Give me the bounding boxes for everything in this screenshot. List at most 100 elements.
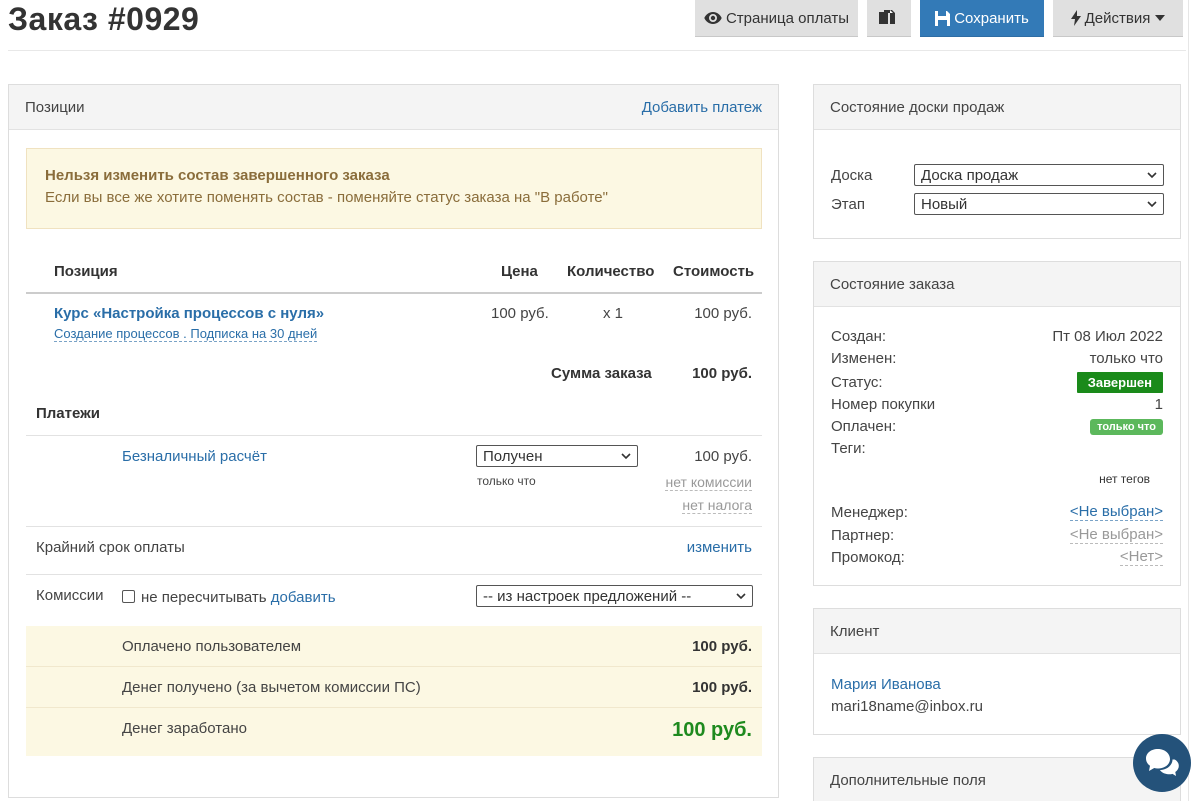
created-row: Создан: Пт 08 Июл 2022 [831,328,1163,345]
sales-board-title: Состояние доски продаж [830,98,1005,116]
table-header-divider [26,292,762,294]
page-title: Заказ #0929 [8,1,200,37]
no-recalc-row: не пересчитывать добавить [122,589,336,606]
manager-link[interactable]: <Не выбран> [1069,503,1163,521]
purchase-row: Номер покупки 1 [831,396,1163,413]
paid-row: Оплачен: только что [831,418,1163,435]
tags-label: Теги: [831,440,866,457]
extra-fields-panel: Дополнительные поля [813,757,1181,801]
tags-row: Теги: [831,440,1163,457]
summary-value: 100 руб. [692,679,752,696]
board-value: Доска продаж [921,166,1019,184]
chevron-down-icon [736,593,746,600]
stage-value: Новый [921,195,968,213]
client-email: mari18name@inbox.ru [831,698,983,715]
payment-status-value: Получен [483,447,543,465]
order-state-panel: Состояние заказа Создан: Пт 08 Июл 2022 … [813,261,1181,586]
summary-label: Денег заработано [122,720,247,737]
commission-source-value: -- из настроек предложений -- [483,587,692,605]
eye-icon [704,12,722,24]
summary-label: Оплачено пользователем [122,638,302,655]
warning-title: Нельзя изменить состав завершенного зака… [45,167,390,184]
no-recalc-checkbox[interactable] [122,590,135,603]
summary-value: 100 руб. [692,638,752,655]
payment-status-time: только что [477,474,536,488]
col-price: Цена [501,263,538,280]
status-badge[interactable]: Завершен [1076,372,1163,393]
positions-title: Позиции [25,98,85,116]
save-icon [935,10,951,26]
payment-page-button[interactable]: Страница оплаты [695,0,858,37]
payment-amount: 100 руб. [694,448,752,465]
manager-row: Менеджер: <Не выбран> [831,503,1163,521]
order-total-label: Сумма заказа [551,365,652,382]
created-value: Пт 08 Июл 2022 [1052,328,1163,345]
actions-label: Действия [1084,9,1151,27]
payment-page-label: Страница оплаты [725,9,850,27]
item-subtitle-link[interactable]: Создание процессов . Подписка на 30 дней [54,326,318,342]
order-total-value: 100 руб. [692,365,752,382]
promo-link[interactable]: <Нет> [1119,548,1163,566]
save-button[interactable]: Сохранить [920,0,1044,37]
created-label: Создан: [831,328,887,345]
item-cost: 100 руб. [694,305,752,322]
no-tax-link[interactable]: нет налога [682,497,752,514]
toolbar: Страница оплаты Сохранить Действия [695,0,1192,37]
sales-board-header: Состояние доски продаж [814,85,1180,130]
order-state-title: Состояние заказа [830,275,955,293]
client-title: Клиент [830,622,880,640]
positions-panel-header: Позиции Добавить платеж [9,85,778,130]
summary-row-earned: Денег заработано 100 руб. [26,708,762,756]
board-label: Доска [831,167,873,184]
chevron-down-icon [1147,201,1157,208]
deadline-change-link[interactable]: изменить [687,539,752,556]
client-header: Клиент [814,609,1180,654]
payment-status-select[interactable]: Получен [476,445,638,467]
manager-label: Менеджер: [831,503,908,521]
purchase-label: Номер покупки [831,396,936,413]
chat-widget-button[interactable] [1133,734,1191,792]
stage-label: Этап [831,196,865,213]
no-commission-link[interactable]: нет комиссии [665,474,752,491]
col-cost: Стоимость [673,263,755,280]
board-select[interactable]: Доска продаж [914,164,1164,186]
save-label: Сохранить [954,9,1029,27]
add-commission-link[interactable]: добавить [271,589,336,606]
promo-row: Промокод: <Нет> [831,548,1163,566]
partner-link[interactable]: <Не выбран> [1069,526,1163,544]
item-quantity: x 1 [603,305,624,322]
client-panel: Клиент Мария Иванова mari18name@inbox.ru [813,608,1181,735]
earned-value: 100 руб. [672,719,752,741]
deadline-divider [26,574,762,575]
tags-value: нет тегов [1099,472,1150,486]
no-recalc-label: не пересчитывать [141,589,267,606]
modified-row: Изменен: только что [831,350,1163,367]
warning-text: Если вы все же хотите поменять состав - … [45,189,608,206]
commission-source-select[interactable]: -- из настроек предложений -- [476,585,753,607]
item-price: 100 руб. [491,305,549,322]
actions-dropdown[interactable]: Действия [1053,0,1183,37]
positions-panel: Позиции Добавить платеж Нельзя изменить … [8,84,779,798]
col-quantity: Количество [567,263,655,280]
partner-row: Партнер: <Не выбран> [831,526,1163,544]
client-name-link[interactable]: Мария Иванова [831,676,941,693]
add-payment-link[interactable]: Добавить платеж [642,99,762,116]
item-name-link[interactable]: Курс «Настройка процессов с нуля» [54,305,324,322]
copy-button[interactable] [867,0,911,37]
deadline-label: Крайний срок оплаты [36,539,185,556]
extra-fields-title: Дополнительные поля [830,772,986,789]
header-divider [8,50,1186,51]
col-position: Позиция [54,263,118,280]
order-state-header: Состояние заказа [814,262,1180,307]
chevron-down-icon [621,453,631,460]
summary-row-paid: Оплачено пользователем 100 руб. [26,626,762,667]
chat-icon [1146,749,1179,776]
payment-method-link[interactable]: Безналичный расчёт [122,448,267,465]
commissions-label: Комиссии [36,587,104,604]
payments-divider [26,435,762,436]
modified-value: только что [1089,350,1163,367]
stage-select[interactable]: Новый [914,193,1164,215]
purchase-value: 1 [1154,396,1163,413]
copy-icon [879,9,895,24]
paid-label: Оплачен: [831,418,897,435]
